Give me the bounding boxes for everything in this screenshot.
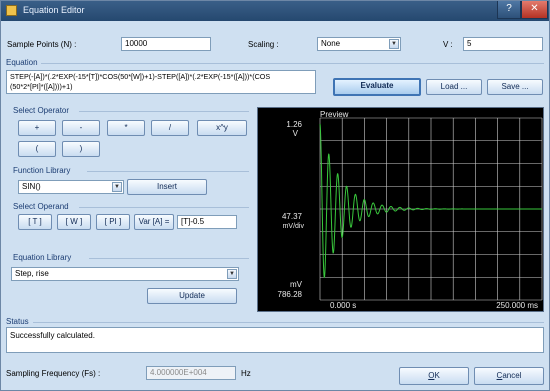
update-button[interactable]: Update	[147, 288, 237, 304]
divider	[41, 63, 544, 64]
status-box: Successfully calculated.	[6, 327, 544, 353]
equation-library-select[interactable]: Step, rise ▼	[11, 267, 239, 281]
chevron-down-icon[interactable]: ▼	[112, 182, 122, 192]
evaluate-button[interactable]: Evaluate	[333, 78, 421, 96]
close-button[interactable]: ✕	[521, 1, 548, 19]
divide-operator-button[interactable]: /	[151, 120, 189, 136]
divider	[87, 171, 249, 172]
x-end-label: 250.000 ms	[496, 301, 538, 310]
y-top-unit: V	[293, 129, 299, 138]
function-library-value: SIN()	[22, 182, 41, 191]
insert-button[interactable]: Insert	[127, 179, 207, 195]
window-title: Equation Editor	[23, 5, 85, 15]
sample-points-label: Sample Points (N) :	[7, 40, 77, 49]
chevron-down-icon[interactable]: ▼	[227, 269, 237, 279]
chevron-down-icon[interactable]: ▼	[389, 39, 399, 49]
cancel-label: ancel	[502, 371, 522, 380]
y-mid-value: 47.37	[282, 212, 303, 221]
y-top-value: 1.26	[286, 120, 302, 129]
scaling-select[interactable]: None ▼	[317, 37, 401, 51]
sampling-frequency-label: Sampling Frequency (Fs) :	[6, 369, 101, 378]
y-bottom-value: 786.28	[278, 290, 303, 299]
preview-label: Preview	[320, 110, 349, 119]
load-button[interactable]: Load ...	[426, 79, 482, 95]
plus-operator-button[interactable]: +	[18, 120, 56, 136]
minus-operator-button[interactable]: -	[62, 120, 100, 136]
var-a-input[interactable]: [T]-0.5	[177, 215, 237, 229]
sampling-frequency-unit: Hz	[241, 369, 251, 378]
save-button[interactable]: Save ...	[487, 79, 543, 95]
cancel-button[interactable]: Cancel	[474, 367, 544, 385]
equation-library-value: Step, rise	[15, 269, 49, 278]
right-paren-button[interactable]: )	[62, 141, 100, 157]
status-message: Successfully calculated.	[10, 331, 95, 340]
operand-w-button[interactable]: [ W ]	[57, 214, 91, 230]
divider	[79, 111, 249, 112]
operand-pi-button[interactable]: [ PI ]	[96, 214, 130, 230]
power-operator-button[interactable]: x^y	[197, 120, 247, 136]
sample-points-input[interactable]: 10000	[121, 37, 211, 51]
var-a-button[interactable]: Var [A] =	[134, 214, 174, 230]
divider	[33, 322, 544, 323]
equation-section-label: Equation	[6, 58, 38, 67]
ok-button[interactable]: OK	[399, 367, 469, 385]
v-label: V :	[443, 40, 453, 49]
equation-line-1: STEP(-[A])*(.2*EXP(-15*[T])*COS(50*[W])+…	[10, 72, 271, 81]
function-library-select[interactable]: SIN() ▼	[18, 180, 124, 194]
equation-library-label: Equation Library	[13, 253, 72, 262]
select-operator-label: Select Operator	[13, 106, 70, 115]
preview-panel: Preview 1.26 V 47.37 mV/div mV 786.28 0.…	[257, 107, 544, 312]
divider	[89, 258, 249, 259]
preview-plot: Preview 1.26 V 47.37 mV/div mV 786.28 0.…	[278, 110, 543, 310]
operand-t-button[interactable]: [ T ]	[18, 214, 52, 230]
select-operand-label: Select Operand	[13, 202, 69, 211]
app-icon	[6, 5, 17, 16]
equation-editor-window: Equation Editor ? ✕ Sample Points (N) : …	[0, 0, 550, 391]
title-bar[interactable]: Equation Editor ? ✕	[1, 1, 549, 21]
divider	[79, 207, 249, 208]
status-label: Status	[6, 317, 29, 326]
multiply-operator-button[interactable]: *	[107, 120, 145, 136]
x-start-label: 0.000 s	[330, 301, 356, 310]
left-paren-button[interactable]: (	[18, 141, 56, 157]
sampling-frequency-field: 4.000000E+004	[146, 366, 236, 380]
y-mid-unit: mV/div	[283, 223, 305, 230]
y-bottom-unit: mV	[290, 280, 303, 289]
ok-label: K	[434, 371, 440, 380]
help-button[interactable]: ?	[497, 1, 521, 19]
v-input[interactable]: 5	[463, 37, 543, 51]
scaling-value: None	[321, 39, 341, 48]
function-library-label: Function Library	[13, 166, 71, 175]
equation-line-2: (50*2*[PI]*([A])))+1)	[10, 82, 73, 91]
equation-input[interactable]: STEP(-[A])*(.2*EXP(-15*[T])*COS(50*[W])+…	[6, 70, 316, 94]
scaling-label: Scaling :	[248, 40, 279, 49]
